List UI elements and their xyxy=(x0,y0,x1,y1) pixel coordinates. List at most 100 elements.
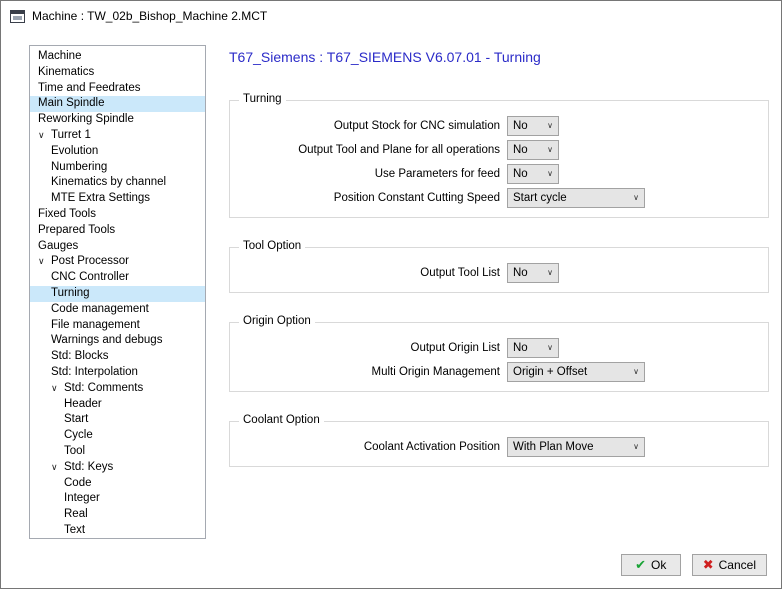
field-label: Output Tool List xyxy=(230,267,507,279)
tree-item-label: Integer xyxy=(64,492,100,504)
tree-item-label: File management xyxy=(51,319,140,331)
tree-item-label: Turning xyxy=(51,287,90,299)
chevron-down-icon: ∨ xyxy=(633,367,639,376)
tree-item-main-spindle[interactable]: Main Spindle xyxy=(30,96,205,112)
tree-item-mte-extra-settings[interactable]: MTE Extra Settings xyxy=(30,191,205,207)
tree-item-machine[interactable]: Machine xyxy=(30,49,205,65)
field-row: Multi Origin ManagementOrigin + Offset∨ xyxy=(230,361,756,382)
dropdown-multi-origin-management[interactable]: Origin + Offset ∨ xyxy=(507,362,645,382)
tree-item-label: Numbering xyxy=(51,161,107,173)
tree-item-std-blocks[interactable]: Std: Blocks xyxy=(30,349,205,365)
tree-item-label: Cycle xyxy=(64,429,93,441)
tree-item-cycle[interactable]: Cycle xyxy=(30,428,205,444)
field-label: Output Origin List xyxy=(230,342,507,354)
cancel-button[interactable]: ✖ Cancel xyxy=(692,554,767,576)
tree-item-kinematics[interactable]: Kinematics xyxy=(30,65,205,81)
tree-item-label: Evolution xyxy=(51,145,98,157)
dropdown-value: No xyxy=(513,168,528,180)
field-row: Output Tool and Plane for all operations… xyxy=(230,139,756,160)
group-origin-option: Origin OptionOutput Origin ListNo∨Multi … xyxy=(229,322,769,392)
tree-item-tool[interactable]: Tool xyxy=(30,444,205,460)
tree-item-kinematics-by-channel[interactable]: Kinematics by channel xyxy=(30,175,205,191)
chevron-down-icon[interactable]: ∨ xyxy=(38,128,51,144)
tree-item-label: Reworking Spindle xyxy=(38,113,134,125)
dialog-footer: ✔ Ok ✖ Cancel xyxy=(621,554,767,576)
tree-item-code-management[interactable]: Code management xyxy=(30,302,205,318)
page-title: T67_Siemens : T67_SIEMENS V6.07.01 - Tur… xyxy=(229,49,541,65)
titlebar[interactable]: Machine : TW_02b_Bishop_Machine 2.MCT xyxy=(1,1,781,31)
dropdown-output-stock-for-cnc-simulation[interactable]: No ∨ xyxy=(507,116,559,136)
dropdown-value: Origin + Offset xyxy=(513,366,587,378)
tree-item-prepared-tools[interactable]: Prepared Tools xyxy=(30,223,205,239)
chevron-down-icon: ∨ xyxy=(633,193,639,202)
group-label: Origin Option xyxy=(239,315,315,327)
tree-item-evolution[interactable]: Evolution xyxy=(30,144,205,160)
tree-item-std-keys[interactable]: ∨Std: Keys xyxy=(30,460,205,476)
tree-item-file-management[interactable]: File management xyxy=(30,318,205,334)
tree-item-cnc-controller[interactable]: CNC Controller xyxy=(30,270,205,286)
tree-item-real[interactable]: Real xyxy=(30,507,205,523)
dropdown-coolant-activation-position[interactable]: With Plan Move∨ xyxy=(507,437,645,457)
ok-button[interactable]: ✔ Ok xyxy=(621,554,681,576)
dropdown-value: No xyxy=(513,120,528,132)
tree-item-label: Start xyxy=(64,413,88,425)
tree-item-label: Kinematics by channel xyxy=(51,176,166,188)
chevron-down-icon[interactable]: ∨ xyxy=(38,254,51,270)
group-label: Turning xyxy=(239,93,286,105)
chevron-down-icon[interactable]: ∨ xyxy=(51,460,64,476)
chevron-down-icon[interactable]: ∨ xyxy=(51,381,64,397)
tree-item-warnings-and-debugs[interactable]: Warnings and debugs xyxy=(30,333,205,349)
window-title: Machine : TW_02b_Bishop_Machine 2.MCT xyxy=(32,9,267,23)
tree-item-reworking-spindle[interactable]: Reworking Spindle xyxy=(30,112,205,128)
tree-item-label: Fixed Tools xyxy=(38,208,96,220)
dropdown-output-tool-list[interactable]: No ∨ xyxy=(507,263,559,283)
tree-item-start[interactable]: Start xyxy=(30,412,205,428)
field-row: Output Stock for CNC simulation No ∨ xyxy=(230,115,756,136)
tree-item-label: Gauges xyxy=(38,240,78,252)
dropdown-use-parameters-for-feed[interactable]: No ∨ xyxy=(507,164,559,184)
dropdown-position-constant-cutting-speed[interactable]: Start cycle∨ xyxy=(507,188,645,208)
tree-item-label: Time and Feedrates xyxy=(38,82,140,94)
tree-item-label: Warnings and debugs xyxy=(51,334,162,346)
ok-button-label: Ok xyxy=(651,558,666,572)
dropdown-output-tool-and-plane-for-all-operations[interactable]: No∨ xyxy=(507,140,559,160)
tree-item-text[interactable]: Text xyxy=(30,523,205,539)
tree-item-integer[interactable]: Integer xyxy=(30,491,205,507)
dropdown-value: No xyxy=(513,267,528,279)
tree-item-std-comments[interactable]: ∨Std: Comments xyxy=(30,381,205,397)
chevron-down-icon: ∨ xyxy=(547,169,553,178)
tree-item-turret-1[interactable]: ∨Turret 1 xyxy=(30,128,205,144)
dropdown-value: With Plan Move xyxy=(513,441,594,453)
tree-item-label: Std: Interpolation xyxy=(51,366,138,378)
tree-item-label: CNC Controller xyxy=(51,271,129,283)
field-label: Output Stock for CNC simulation xyxy=(230,120,507,132)
field-label: Coolant Activation Position xyxy=(230,441,507,453)
tree-item-fixed-tools[interactable]: Fixed Tools xyxy=(30,207,205,223)
tree-item-header[interactable]: Header xyxy=(30,397,205,413)
cancel-button-label: Cancel xyxy=(719,558,756,572)
tree-item-time-and-feedrates[interactable]: Time and Feedrates xyxy=(30,81,205,97)
field-row: Position Constant Cutting SpeedStart cyc… xyxy=(230,187,756,208)
field-label: Use Parameters for feed xyxy=(230,168,507,180)
cross-icon: ✖ xyxy=(703,557,714,573)
tree-item-numbering[interactable]: Numbering xyxy=(30,160,205,176)
tree-item-label: Code management xyxy=(51,303,149,315)
field-label: Output Tool and Plane for all operations xyxy=(230,144,507,156)
group-label: Coolant Option xyxy=(239,414,324,426)
chevron-down-icon: ∨ xyxy=(547,145,553,154)
tree-item-label: Code xyxy=(64,477,92,489)
check-icon: ✔ xyxy=(635,557,646,573)
chevron-down-icon: ∨ xyxy=(547,121,553,130)
chevron-down-icon: ∨ xyxy=(547,343,553,352)
dropdown-value: No xyxy=(513,342,528,354)
tree-item-turning[interactable]: Turning xyxy=(30,286,205,302)
tree-item-post-processor[interactable]: ∨Post Processor xyxy=(30,254,205,270)
tree-item-gauges[interactable]: Gauges xyxy=(30,239,205,255)
field-row: Output Tool List No ∨ xyxy=(230,262,756,283)
chevron-down-icon: ∨ xyxy=(547,268,553,277)
tree-item-code[interactable]: Code xyxy=(30,476,205,492)
tree-item-std-interpolation[interactable]: Std: Interpolation xyxy=(30,365,205,381)
dropdown-output-origin-list[interactable]: No ∨ xyxy=(507,338,559,358)
tree-item-label: Tool xyxy=(64,445,85,457)
field-row: Output Origin List No ∨ xyxy=(230,337,756,358)
